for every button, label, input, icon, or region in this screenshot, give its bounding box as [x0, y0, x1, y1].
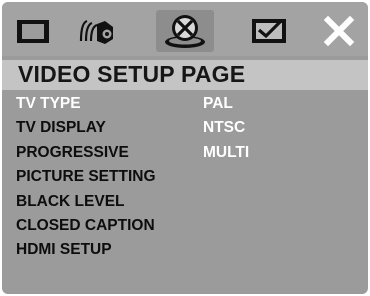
- menu-item-tv-type[interactable]: TV TYPE: [16, 95, 81, 113]
- menu-item-closed-caption[interactable]: CLOSED CAPTION: [16, 217, 155, 235]
- tab-general-setup[interactable]: [4, 10, 62, 52]
- preference-setup-icon: [247, 14, 291, 48]
- setup-tab-bar: [2, 2, 368, 56]
- general-setup-icon: [13, 15, 53, 47]
- tab-video-setup[interactable]: [156, 10, 214, 52]
- menu-item-tv-display[interactable]: TV DISPLAY: [16, 119, 106, 137]
- tab-exit[interactable]: [310, 10, 368, 52]
- exit-icon: [319, 14, 359, 48]
- menu-item-progressive[interactable]: PROGRESSIVE: [16, 144, 129, 162]
- option-pal[interactable]: PAL: [203, 95, 233, 113]
- menu-item-picture-setting[interactable]: PICTURE SETTING: [16, 168, 156, 186]
- option-multi[interactable]: MULTI: [203, 144, 249, 162]
- video-setup-icon: [162, 12, 208, 50]
- menu-item-hdmi-setup[interactable]: HDMI SETUP: [16, 241, 112, 259]
- tab-audio-setup[interactable]: [70, 10, 128, 52]
- setup-menu-screen: VIDEO SETUP PAGE TV TYPE TV DISPLAY PROG…: [2, 2, 368, 294]
- option-ntsc[interactable]: NTSC: [203, 119, 245, 137]
- tab-preference-setup[interactable]: [240, 10, 298, 52]
- menu-item-black-level[interactable]: BLACK LEVEL: [16, 193, 125, 211]
- audio-setup-icon: [77, 13, 121, 49]
- page-title: VIDEO SETUP PAGE: [18, 61, 246, 87]
- page-title-band: VIDEO SETUP PAGE: [2, 60, 368, 90]
